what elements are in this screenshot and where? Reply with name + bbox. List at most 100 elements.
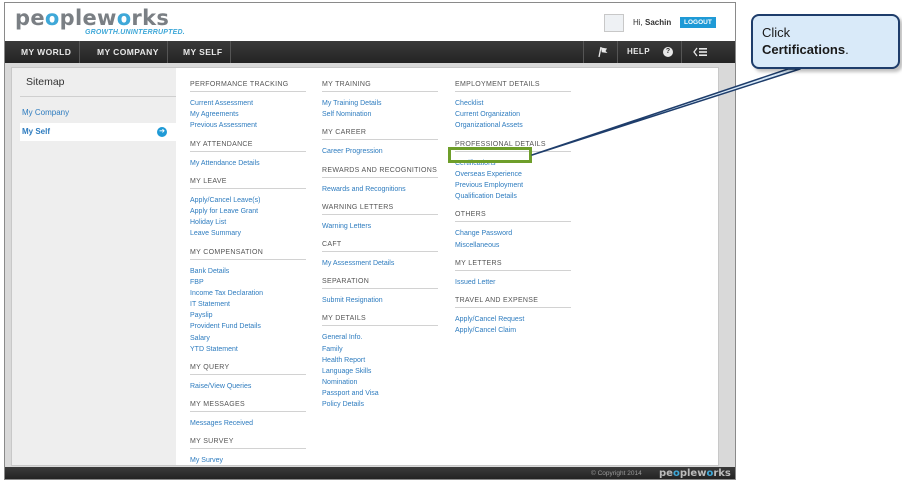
link-apply-cancel-leave-s[interactable]: Apply/Cancel Leave(s) — [190, 195, 306, 206]
section-heading-others: OTHERS — [455, 211, 486, 219]
link-policy-details[interactable]: Policy Details — [322, 399, 438, 410]
link-nomination[interactable]: Nomination — [322, 377, 438, 388]
link-my-attendance-details[interactable]: My Attendance Details — [190, 158, 306, 169]
section-divider — [190, 258, 306, 260]
section-divider — [190, 448, 306, 450]
help-icon[interactable]: ? — [663, 47, 673, 57]
section-heading-performance-tracking: PERFORMANCE TRACKING — [190, 81, 289, 88]
section-divider — [455, 269, 571, 271]
link-overseas-experience[interactable]: Overseas Experience — [455, 169, 571, 180]
link-self-nomination[interactable]: Self Nomination — [322, 109, 438, 120]
link-salary[interactable]: Salary — [190, 333, 306, 344]
header: peopleworks GROWTH.UNINTERRUPTED. Hi, Sa… — [5, 3, 735, 41]
sitemap-column-1: PERFORMANCE TRACKING Current Assessment My… — [190, 78, 306, 467]
section-heading-my-leave: MY LEAVE — [190, 177, 227, 185]
section-heading-warning-letters: WARNING LETTERS — [322, 203, 394, 211]
user-avatar[interactable] — [604, 14, 624, 32]
help-link[interactable]: HELP — [627, 41, 650, 63]
nav-my-world[interactable]: MY WORLD — [13, 41, 81, 63]
section-divider — [190, 187, 306, 189]
link-qualification-details[interactable]: Qualification Details — [455, 191, 571, 202]
link-my-assessment-details[interactable]: My Assessment Details — [322, 258, 438, 269]
link-messages-received[interactable]: Messages Received — [190, 418, 306, 429]
link-checklist[interactable]: Checklist — [455, 98, 571, 109]
link-general-info[interactable]: General Info. — [322, 332, 438, 343]
user-greeting: Hi, Sachin — [633, 18, 672, 27]
link-passport-and-visa[interactable]: Passport and Visa — [322, 388, 438, 399]
link-current-organization[interactable]: Current Organization — [455, 109, 571, 120]
section-heading-separation: SEPARATION — [322, 278, 370, 286]
link-warning-letters[interactable]: Warning Letters — [322, 221, 438, 232]
section-divider — [322, 91, 438, 92]
menu-icon[interactable] — [693, 47, 707, 57]
link-income-tax-declaration[interactable]: Income Tax Declaration — [190, 288, 306, 299]
footer: © Copyright 2014 peopleworks — [5, 467, 735, 479]
link-it-statement[interactable]: IT Statement — [190, 299, 306, 310]
link-rewards-and-recognitions[interactable]: Rewards and Recognitions — [322, 184, 438, 195]
sidebar-item-label: My Self — [22, 127, 51, 136]
sitemap-title: Sitemap — [26, 76, 65, 88]
link-language-skills[interactable]: Language Skills — [322, 366, 438, 377]
link-apply-cancel-request[interactable]: Apply/Cancel Request — [455, 314, 571, 325]
link-previous-employment[interactable]: Previous Employment — [455, 180, 571, 191]
link-payslip[interactable]: Payslip — [190, 310, 306, 321]
section-heading-my-attendance: MY ATTENDANCE — [190, 140, 253, 148]
nav-divider — [617, 41, 618, 63]
link-current-assessment[interactable]: Current Assessment — [190, 98, 306, 109]
link-career-progression[interactable]: Career Progression — [322, 146, 438, 157]
section-divider — [455, 306, 571, 308]
link-my-survey[interactable]: My Survey — [190, 455, 306, 466]
section-heading-caft: CAFT — [322, 240, 342, 248]
certifications-highlight-box — [448, 147, 532, 163]
sidebar-item-my-company[interactable]: My Company — [22, 108, 69, 117]
section-heading-travel-and-expense: TRAVEL AND EXPENSE — [455, 296, 539, 304]
user-name: Sachin — [645, 18, 672, 27]
section-heading-my-letters: MY LETTERS — [455, 259, 502, 267]
section-divider — [322, 139, 438, 141]
link-submit-resignation[interactable]: Submit Resignation — [322, 295, 438, 306]
link-my-agreements[interactable]: My Agreements — [190, 109, 306, 120]
nav-my-company[interactable]: MY COMPANY — [89, 41, 168, 63]
section-heading-my-query: MY QUERY — [190, 364, 230, 371]
logout-button[interactable]: LOGOUT — [680, 17, 716, 28]
flag-icon[interactable] — [597, 46, 609, 58]
sidebar-item-my-self[interactable]: My Self ➔ — [20, 123, 176, 141]
section-heading-my-details: MY DETAILS — [322, 315, 366, 323]
link-previous-assessment[interactable]: Previous Assessment — [190, 120, 306, 131]
peopleworks-logo[interactable]: peopleworks GROWTH.UNINTERRUPTED. — [15, 6, 185, 37]
sitemap-column-3: EMPLOYMENT DETAILS Checklist Current Organ… — [455, 78, 571, 336]
footer-logo: peopleworks — [659, 468, 731, 479]
section-heading-my-training: MY TRAINING — [322, 81, 371, 88]
link-bank-details[interactable]: Bank Details — [190, 266, 306, 277]
callout-target: Certifications — [762, 42, 846, 57]
application-window: peopleworks GROWTH.UNINTERRUPTED. Hi, Sa… — [4, 2, 736, 480]
top-navigation: MY WORLD MY COMPANY MY SELF HELP ? — [5, 41, 735, 63]
link-miscellaneous[interactable]: Miscellaneous — [455, 240, 571, 251]
link-family[interactable]: Family — [322, 344, 438, 355]
arrow-right-icon: ➔ — [157, 127, 167, 137]
link-change-password[interactable]: Change Password — [455, 228, 571, 239]
logo-tagline: GROWTH.UNINTERRUPTED. — [85, 29, 185, 36]
section-divider — [190, 374, 306, 375]
section-divider — [455, 221, 571, 223]
sitemap-column-2: MY TRAINING My Training Details Self Nomin… — [322, 78, 438, 411]
link-raise-view-queries[interactable]: Raise/View Queries — [190, 381, 306, 392]
section-divider — [322, 213, 438, 215]
logo-wordmark: peopleworks — [15, 6, 170, 30]
section-divider — [322, 325, 438, 327]
nav-my-self[interactable]: MY SELF — [175, 41, 232, 63]
link-organizational-assets[interactable]: Organizational Assets — [455, 120, 571, 131]
link-holiday-list[interactable]: Holiday List — [190, 217, 306, 228]
link-ytd-statement[interactable]: YTD Statement — [190, 344, 306, 355]
section-divider — [322, 176, 438, 178]
link-apply-for-leave-grant[interactable]: Apply for Leave Grant — [190, 206, 306, 217]
section-heading-rewards-and-recognitions: REWARDS AND RECOGNITIONS — [322, 166, 438, 174]
link-apply-cancel-claim[interactable]: Apply/Cancel Claim — [455, 325, 571, 336]
link-provident-fund-details[interactable]: Provident Fund Details — [190, 321, 306, 332]
section-divider — [322, 288, 438, 290]
link-leave-summary[interactable]: Leave Summary — [190, 228, 306, 239]
link-my-training-details[interactable]: My Training Details — [322, 98, 438, 109]
link-fbp[interactable]: FBP — [190, 277, 306, 288]
link-issued-letter[interactable]: Issued Letter — [455, 277, 571, 288]
link-health-report[interactable]: Health Report — [322, 355, 438, 366]
